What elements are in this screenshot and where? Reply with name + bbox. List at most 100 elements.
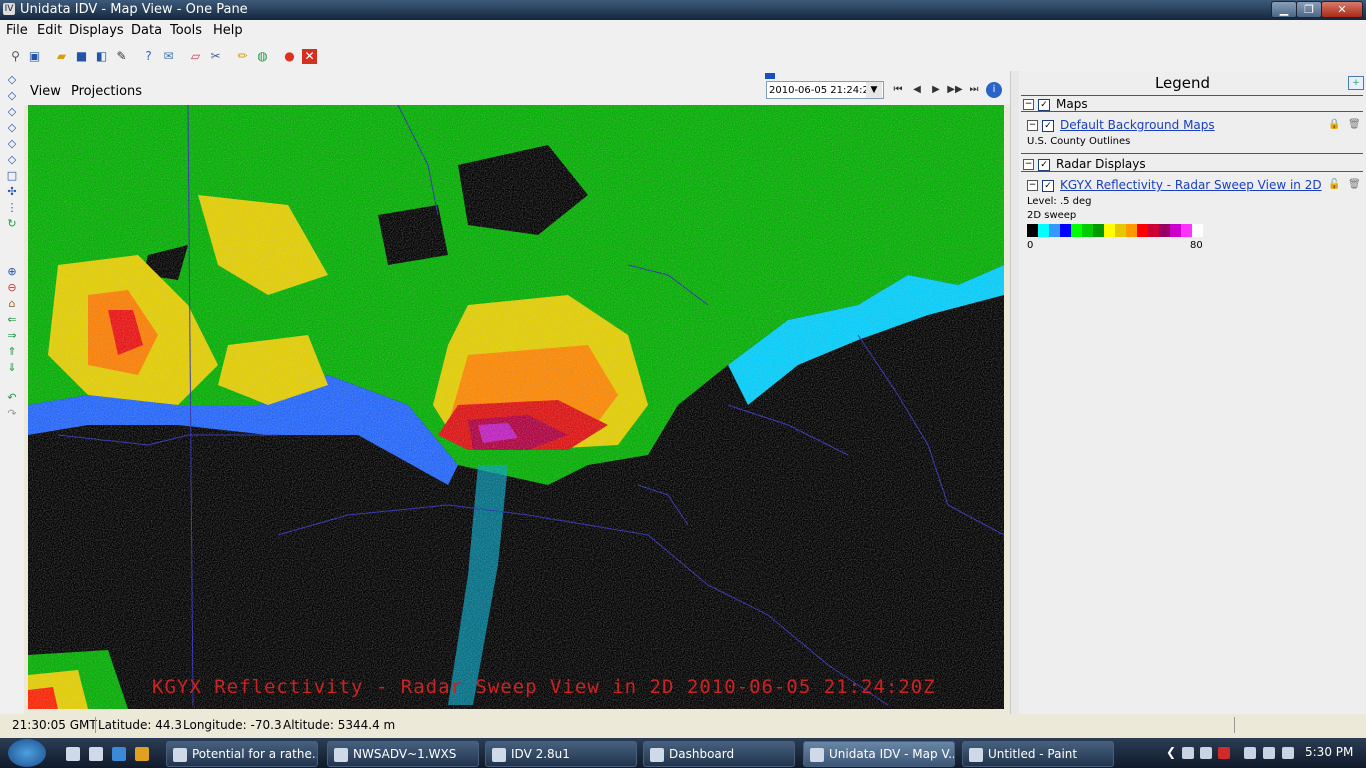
menu-help[interactable]: Help	[213, 23, 243, 38]
anim-last-icon[interactable]: ⏭	[966, 82, 982, 98]
view-bottom-icon[interactable]: ◇	[5, 89, 19, 103]
view-north-icon[interactable]: ◇	[5, 105, 19, 119]
view-south-icon[interactable]: ◇	[5, 137, 19, 151]
view-menu[interactable]: View	[30, 84, 61, 99]
collapse-toggle[interactable]: −	[1027, 120, 1038, 131]
checkbox[interactable]: ✓	[1038, 158, 1050, 171]
record-icon[interactable]: ●	[282, 49, 297, 64]
menu-file[interactable]: File	[6, 23, 28, 38]
view-box-icon[interactable]: □	[5, 169, 19, 183]
pan-right-icon[interactable]: ⇒	[5, 329, 19, 343]
close-button[interactable]: ✕	[1321, 1, 1363, 18]
taskbar-button-label: Dashboard	[669, 747, 735, 761]
pan-down-icon[interactable]: ⇓	[5, 361, 19, 375]
add-legend-icon[interactable]: +	[1348, 76, 1364, 90]
action-center-icon[interactable]	[1263, 747, 1275, 759]
mail-icon[interactable]: ✉	[161, 49, 176, 64]
undo-icon[interactable]: ↶	[5, 391, 19, 405]
maximize-button[interactable]: ❐	[1296, 1, 1322, 18]
tray-expand-icon[interactable]: ❮	[1166, 745, 1176, 759]
view-top-icon[interactable]: ◇	[5, 73, 19, 87]
menu-tools[interactable]: Tools	[170, 23, 202, 38]
start-button[interactable]	[8, 739, 46, 767]
volume-icon[interactable]	[1282, 747, 1294, 759]
color-scale-bar[interactable]	[1027, 224, 1203, 237]
taskbar-button[interactable]: Unidata IDV - Map V...	[803, 741, 955, 767]
collapse-toggle[interactable]: −	[1027, 180, 1038, 191]
layer-link[interactable]: Default Background Maps	[1060, 118, 1215, 132]
taskbar-button-label: NWSADV~1.WXS	[353, 747, 457, 761]
checkbox[interactable]: ✓	[1042, 179, 1054, 192]
lock-icon[interactable]: 🔓	[1328, 179, 1340, 191]
anim-back-icon[interactable]: ◀	[909, 82, 925, 98]
show-desktop-icon[interactable]	[66, 747, 80, 761]
taskbar-button[interactable]: Untitled - Paint	[962, 741, 1114, 767]
zoom-out-icon[interactable]: ⊖	[5, 281, 19, 295]
layer-link[interactable]: KGYX Reflectivity - Radar Sweep View in …	[1060, 178, 1322, 192]
anim-play-icon[interactable]: ▶	[928, 82, 944, 98]
trash-icon[interactable]: 🗑	[1348, 119, 1361, 131]
legend-item-kgyx-reflectivity[interactable]: − ✓ KGYX Reflectivity - Radar Sweep View i…	[1027, 178, 1322, 192]
network-icon[interactable]	[1244, 747, 1256, 759]
view-east-icon[interactable]: ◇	[5, 121, 19, 135]
save-as-icon[interactable]: ◧	[94, 49, 109, 64]
pan-up-icon[interactable]: ⇑	[5, 345, 19, 359]
pencil-icon[interactable]: ✏	[235, 49, 250, 64]
new-window-icon[interactable]: ▣	[27, 49, 42, 64]
mail-tray-icon[interactable]	[1200, 747, 1212, 759]
anim-info-icon[interactable]: i	[986, 82, 1002, 98]
view-west-icon[interactable]: ◇	[5, 153, 19, 167]
redo-icon[interactable]: ↷	[5, 407, 19, 421]
legend-group-maps[interactable]: − ✓ Maps	[1023, 97, 1088, 111]
legend-group-radar[interactable]: − ✓ Radar Displays	[1023, 157, 1146, 171]
menu-data[interactable]: Data	[131, 23, 162, 38]
eraser-icon[interactable]: ▱	[188, 49, 203, 64]
collapse-toggle[interactable]: −	[1023, 99, 1034, 110]
tray-app-icon[interactable]	[1182, 747, 1194, 759]
taskbar-button[interactable]: Potential for a rathe...	[166, 741, 318, 767]
stop-icon[interactable]: ✕	[302, 49, 317, 64]
checkbox[interactable]: ✓	[1038, 98, 1050, 111]
status-longitude: Longitude: -70.3	[183, 718, 282, 732]
zoom-in-icon[interactable]: ⊕	[5, 265, 19, 279]
mcafee-icon[interactable]	[1218, 747, 1230, 759]
rotate-icon[interactable]: ✣	[5, 185, 19, 199]
anim-forward-icon[interactable]: ▶▶	[947, 82, 963, 98]
anim-first-icon[interactable]: ⏮	[890, 82, 906, 98]
legend-item-background-maps[interactable]: − ✓ Default Background Maps	[1027, 118, 1215, 132]
checkbox[interactable]: ✓	[1042, 119, 1054, 132]
scissors-icon[interactable]: ✂	[208, 49, 223, 64]
explorer-icon[interactable]	[89, 747, 103, 761]
taskbar-button[interactable]: NWSADV~1.WXS	[327, 741, 479, 767]
map-display[interactable]	[28, 105, 1004, 709]
menu-displays[interactable]: Displays	[69, 23, 124, 38]
open-folder-icon[interactable]: ▰	[54, 49, 69, 64]
collapse-toggle[interactable]: −	[1023, 159, 1034, 170]
time-dropdown-arrow[interactable]: ▼	[866, 82, 882, 98]
color-swatch	[1093, 224, 1104, 237]
wand-icon[interactable]: ⚲	[8, 49, 23, 64]
clock[interactable]: 5:30 PM	[1305, 745, 1353, 759]
undo-view-icon[interactable]: ↻	[5, 217, 19, 231]
help-icon[interactable]: ?	[141, 49, 156, 64]
app-icon	[173, 747, 187, 762]
color-scale-max: 80	[1190, 240, 1203, 251]
ie-icon[interactable]	[112, 747, 126, 761]
legend-separator	[1021, 153, 1363, 154]
media-icon[interactable]	[135, 747, 149, 761]
trash-icon[interactable]: 🗑	[1348, 179, 1361, 191]
broom-icon[interactable]: ✎	[114, 49, 129, 64]
save-icon[interactable]: ■	[74, 49, 89, 64]
pan-left-icon[interactable]: ⇐	[5, 313, 19, 327]
projections-menu[interactable]: Projections	[71, 84, 142, 99]
globe-icon[interactable]: ◍	[255, 49, 270, 64]
lock-icon[interactable]: 🔒	[1328, 119, 1340, 131]
view-side-toolbar: ◇ ◇ ◇ ◇ ◇ ◇ □ ✣ ⋮ ↻ ⊕ ⊖ ⌂ ⇐ ⇒ ⇑ ⇓ ↶ ↷	[0, 71, 24, 714]
taskbar-button[interactable]: Dashboard	[643, 741, 795, 767]
home-icon[interactable]: ⌂	[5, 297, 19, 311]
window-title: Unidata IDV - Map View - One Pane	[20, 2, 248, 17]
menu-edit[interactable]: Edit	[37, 23, 62, 38]
minimize-button[interactable]: ▁	[1271, 1, 1297, 18]
taskbar-button[interactable]: IDV 2.8u1	[485, 741, 637, 767]
color-swatch	[1170, 224, 1181, 237]
